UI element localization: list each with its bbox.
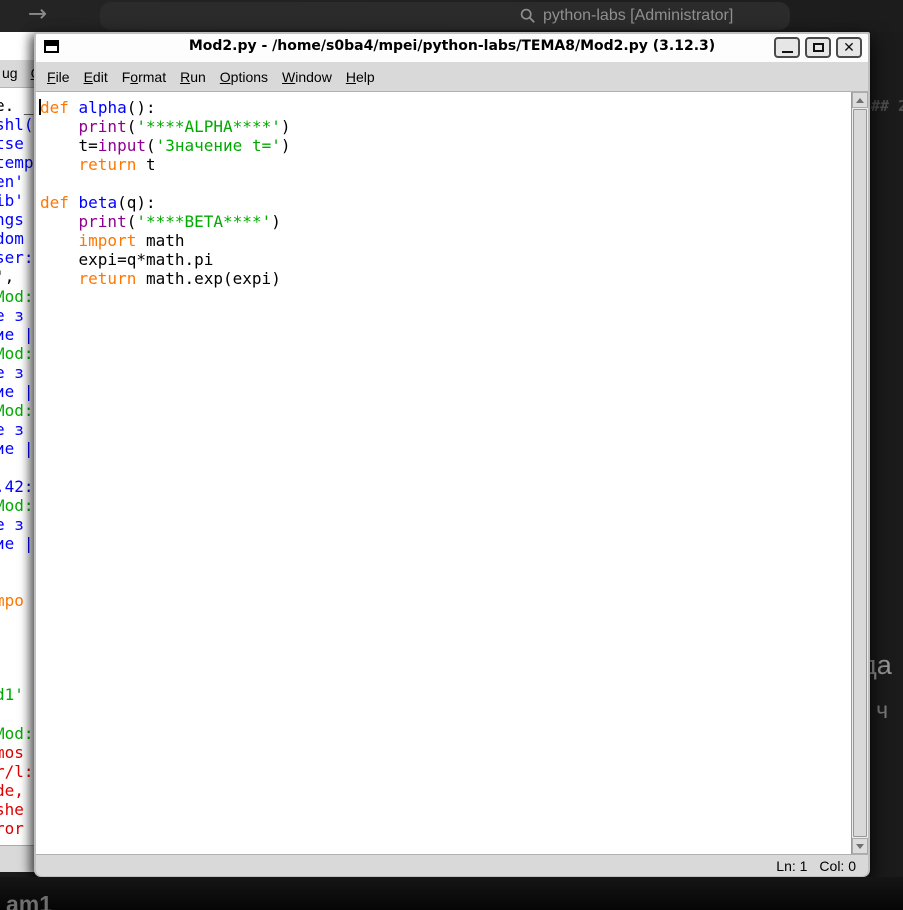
clipped-text-line: shl( (0, 115, 34, 134)
clipped-text-line: she (0, 800, 24, 819)
minimize-icon (782, 51, 793, 54)
clipped-text-line: ib' (0, 191, 24, 210)
clipped-text-line: Mod: (0, 287, 34, 306)
clipped-text-line: e. _ (0, 96, 34, 115)
clipped-text-line: е з (0, 306, 24, 325)
background-shell-menu-bar: ugO (0, 60, 36, 88)
clipped-text-line: en' (0, 172, 24, 191)
clipped-text-line: е з (0, 363, 24, 382)
code-line: def beta(q): (40, 193, 851, 212)
clipped-text-line: mpo (0, 591, 24, 610)
desktop: → python-labs [Administrator] ## 2 да о … (0, 0, 903, 910)
code-line: print('****ALPHA****') (40, 117, 851, 136)
close-button[interactable]: ✕ (836, 37, 862, 58)
clipped-text-line: temp (0, 153, 34, 172)
desktop-bottom-strip (0, 877, 903, 910)
code-line: return t (40, 155, 851, 174)
status-bar: Ln: 1 Col: 0 (36, 855, 868, 876)
menu-format[interactable]: Format (115, 67, 173, 87)
maximize-icon (813, 43, 824, 52)
scrollbar-thumb[interactable] (853, 109, 867, 837)
scrollbar[interactable] (851, 92, 868, 854)
idle-editor-window: Mod2.py - /home/s0ba4/mpei/python-labs/T… (34, 32, 870, 877)
menu-help[interactable]: Help (339, 67, 382, 87)
scroll-up-button[interactable] (852, 92, 868, 108)
clipped-text-line: ser: (0, 248, 34, 267)
close-icon: ✕ (843, 41, 855, 55)
menu-bar: FileEditFormatRunOptionsWindowHelp (36, 63, 868, 92)
window-title: Mod2.py - /home/s0ba4/mpei/python-labs/T… (36, 38, 868, 54)
menu-fragment[interactable]: ug (2, 65, 18, 81)
code-editor[interactable]: def alpha(): print('****ALPHA****') t=in… (36, 92, 851, 854)
background-shell-status-bar (0, 845, 36, 872)
clipped-text-line: .42: (0, 477, 34, 496)
clipped-text-line: е з (0, 420, 24, 439)
clipped-text-line: tse (0, 134, 24, 153)
code-line: return math.exp(expi) (40, 269, 851, 288)
menu-file[interactable]: File (40, 67, 77, 87)
code-line: import math (40, 231, 851, 250)
clipped-text-line: Mod: (0, 496, 34, 515)
back-arrow-icon[interactable]: → (28, 1, 47, 27)
scroll-down-button[interactable] (852, 838, 868, 854)
clipped-text-line: r/l: (0, 762, 34, 781)
search-text: python-labs [Administrator] (543, 7, 733, 25)
taskbar: → python-labs [Administrator] (0, 0, 903, 32)
clipped-text-line: ror (0, 819, 24, 838)
clipped-text-line: Mod: (0, 724, 34, 743)
menu-edit[interactable]: Edit (77, 67, 115, 87)
clipped-text-line: ', (0, 267, 14, 286)
clipped-text-line: mos (0, 743, 24, 762)
status-line-indicator: Ln: 1 (776, 858, 807, 874)
text-cursor (39, 99, 41, 115)
status-col-indicator: Col: 0 (819, 858, 856, 874)
search-icon (520, 8, 536, 24)
code-line: def alpha(): (40, 98, 851, 117)
code-line (40, 174, 851, 193)
clipped-text-line: Mod: (0, 344, 34, 363)
background-shell-text: e. _shl(tsetempen'ib'ngsdomser:',Mod:е з… (0, 32, 36, 872)
clipped-text-line: е з (0, 515, 24, 534)
menu-options[interactable]: Options (213, 67, 275, 87)
clipped-text-line: d1' (0, 685, 24, 704)
clipped-text-line: ие | (0, 534, 34, 553)
menu-window[interactable]: Window (275, 67, 339, 87)
clipped-text-line: dom (0, 229, 24, 248)
clipped-text-line: ngs (0, 210, 24, 229)
menu-run[interactable]: Run (173, 67, 213, 87)
clipped-text-line: ие | (0, 382, 34, 401)
background-shell-window[interactable]: e. _shl(tsetempen'ib'ngsdomser:',Mod:е з… (0, 32, 36, 872)
code-line: print('****BETA****') (40, 212, 851, 231)
code-line: expi=q*math.pi (40, 250, 851, 269)
maximize-button[interactable] (805, 37, 831, 58)
clipped-text-line: ие | (0, 325, 34, 344)
title-bar[interactable]: Mod2.py - /home/s0ba4/mpei/python-labs/T… (36, 34, 868, 63)
background-text-fragment: am1 (6, 891, 52, 910)
code-line: t=input('Значение t=') (40, 136, 851, 155)
clipped-text-line: ие | (0, 439, 34, 458)
arrow-up-icon (856, 98, 864, 103)
clipped-text-line: Mod: (0, 401, 34, 420)
background-text-fragment: ## 2 (871, 97, 903, 115)
clipped-text-line: de, (0, 781, 24, 800)
arrow-down-icon (856, 844, 864, 849)
minimize-button[interactable] (774, 37, 800, 58)
search-bar[interactable]: python-labs [Administrator] (100, 2, 790, 30)
